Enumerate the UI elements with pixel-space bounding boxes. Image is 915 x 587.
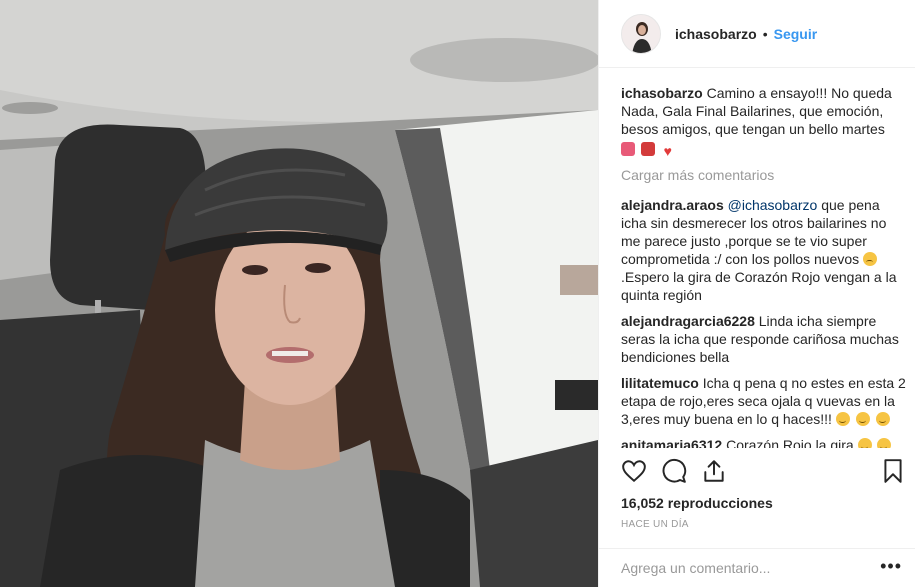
avatar[interactable] <box>621 13 661 54</box>
comment-username[interactable]: alejandragarcia6228 <box>621 313 755 329</box>
comment-username[interactable]: lilitatemuco <box>621 375 699 391</box>
header-username[interactable]: ichasobarzo <box>675 26 757 42</box>
smile-emoji-icon <box>877 438 892 448</box>
comment-username[interactable]: alejandra.araos <box>621 197 724 213</box>
more-options-icon[interactable]: ••• <box>880 556 902 577</box>
smile-emoji-icon <box>857 438 872 448</box>
comment-composer: ••• <box>599 548 915 587</box>
post-header: ichasobarzo • Seguir <box>599 0 915 68</box>
load-more-comments[interactable]: Cargar más comentarios <box>621 166 906 184</box>
view-count[interactable]: 16,052 reproducciones <box>621 495 773 511</box>
action-bar <box>621 458 906 488</box>
caption-username[interactable]: ichasobarzo <box>621 85 703 101</box>
comment-username[interactable]: anitamaria6312 <box>621 437 722 448</box>
share-icon[interactable] <box>701 458 727 484</box>
video-frame <box>0 0 598 587</box>
comment-text: Corazón Rojo la gira <box>726 437 854 448</box>
comment-item: anitamaria6312 Corazón Rojo la gira <box>621 436 906 448</box>
post-video[interactable] <box>0 0 598 587</box>
comments-list[interactable]: ichasobarzo Camino a ensayo!!! No queda … <box>621 84 906 448</box>
lips-emoji-icon <box>640 142 655 156</box>
post-timestamp[interactable]: HACE UN DÍA <box>621 519 689 530</box>
comment-item: alejandragarcia6228 Linda icha siempre s… <box>621 312 906 366</box>
like-icon[interactable] <box>621 458 647 484</box>
sad-emoji-icon <box>863 252 878 266</box>
smile-emoji-icon <box>855 412 870 426</box>
follow-button[interactable]: Seguir <box>774 26 818 42</box>
caption-emojis: ♥ <box>621 140 906 158</box>
header-separator: • <box>762 25 768 42</box>
post-caption: ichasobarzo Camino a ensayo!!! No queda … <box>621 84 906 158</box>
smile-emoji-icon <box>875 412 890 426</box>
comment-icon[interactable] <box>661 458 687 484</box>
heart-box-emoji-icon <box>621 142 635 156</box>
comment-mention[interactable]: @ichasobarzo <box>728 197 818 213</box>
comment-item: lilitatemuco Icha q pena q no estes en e… <box>621 374 906 428</box>
smile-emoji-icon <box>835 412 850 426</box>
save-bookmark-icon[interactable] <box>880 458 906 484</box>
comment-input[interactable] <box>621 560 841 576</box>
comment-text-continued: .Espero la gira de Corazón Rojo vengan a… <box>621 269 897 303</box>
heart-emoji-icon: ♥ <box>663 143 672 159</box>
avatar-image <box>622 14 660 53</box>
comment-item: alejandra.araos @ichasobarzo que pena ic… <box>621 196 906 304</box>
post-side-panel: ichasobarzo • Seguir ichasobarzo Camino … <box>598 0 915 587</box>
